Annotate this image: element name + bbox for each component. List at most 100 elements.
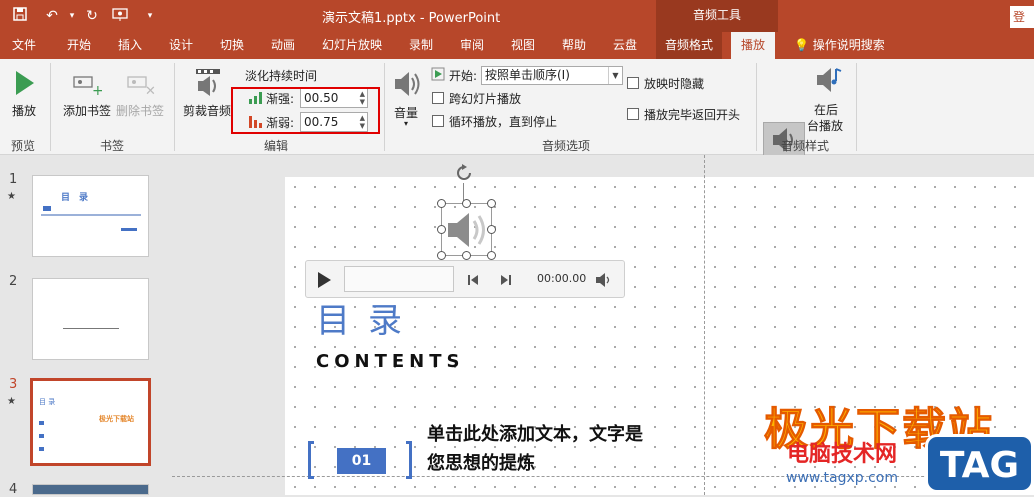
- speaker-icon: [448, 213, 485, 247]
- start-value: 按照单击顺序(I): [485, 68, 570, 82]
- tab-file[interactable]: 文件: [12, 32, 36, 59]
- title-bar: ↶ ▾ ↻ ▾ 演示文稿1.pptx - PowerPoint 音频工具 登: [0, 0, 1034, 32]
- start-icon: [431, 67, 445, 81]
- tab-insert[interactable]: 插入: [118, 32, 142, 59]
- tab-design[interactable]: 设计: [169, 32, 193, 59]
- resize-handle[interactable]: [437, 225, 446, 234]
- tab-animations[interactable]: 动画: [271, 32, 295, 59]
- play-in-background-icon: [817, 68, 842, 92]
- thumbnail-decor: [39, 421, 44, 425]
- separator: [856, 63, 857, 151]
- item-number-badge[interactable]: 01: [337, 448, 386, 474]
- volume-icon: [395, 72, 420, 96]
- item-text-line-2[interactable]: 您思想的提炼: [427, 449, 535, 475]
- resize-handle[interactable]: [462, 251, 471, 260]
- resize-handle[interactable]: [437, 251, 446, 260]
- slideshow-from-start-icon[interactable]: [110, 6, 130, 26]
- resize-handle[interactable]: [487, 199, 496, 208]
- watermark-url: www.tagxp.com: [786, 470, 898, 486]
- tell-me-search[interactable]: 💡 操作说明搜索: [794, 32, 885, 59]
- resize-handle[interactable]: [462, 199, 471, 208]
- player-volume-icon[interactable]: [595, 272, 613, 288]
- chevron-down-icon: ▼: [608, 67, 622, 84]
- tab-cloud[interactable]: 云盘: [613, 32, 637, 59]
- tab-slideshow[interactable]: 幻灯片放映: [322, 32, 382, 59]
- tab-home[interactable]: 开始: [67, 32, 91, 59]
- resize-handle[interactable]: [487, 251, 496, 260]
- rewind-after-playing-checkbox[interactable]: [627, 108, 639, 120]
- group-audio-styles-label: 音频样式: [781, 139, 830, 153]
- skip-forward-icon[interactable]: [499, 273, 513, 287]
- loop-label: 循环播放，直到停止: [449, 115, 558, 129]
- undo-icon[interactable]: ↶: [42, 6, 62, 26]
- loop-checkbox[interactable]: [432, 115, 444, 127]
- item-text-line-1[interactable]: 单击此处添加文本，文字是: [427, 420, 643, 446]
- play-in-background-button[interactable]: 在后 台播放: [806, 63, 850, 133]
- play-button[interactable]: 播放: [6, 63, 42, 121]
- group-edit-label: 编辑: [264, 139, 289, 153]
- group-audio-options-label: 音频选项: [542, 139, 591, 153]
- trim-audio-icon: [196, 69, 220, 96]
- separator: [756, 63, 757, 151]
- animation-star-icon: ★: [7, 396, 16, 407]
- resize-handle[interactable]: [437, 199, 446, 208]
- slide-title[interactable]: 目录: [316, 293, 420, 342]
- svg-text:+: +: [92, 83, 102, 97]
- svg-text:✕: ✕: [145, 84, 156, 97]
- slide-thumbnail-3[interactable]: 目 录 极光下载站: [30, 378, 151, 466]
- undo-dropdown-icon[interactable]: ▾: [62, 6, 82, 26]
- rotate-handle-icon[interactable]: [453, 162, 475, 184]
- tab-audio-format[interactable]: 音频格式: [656, 32, 723, 59]
- trim-audio-button[interactable]: 剪裁音频: [180, 63, 236, 121]
- trim-audio-label: 剪裁音频: [183, 104, 232, 118]
- lightbulb-icon: 💡: [794, 38, 813, 52]
- tab-transitions[interactable]: 切换: [220, 32, 244, 59]
- remove-bookmark-label: 删除书签: [116, 104, 165, 118]
- thumbnail-decor: [41, 214, 141, 216]
- volume-button[interactable]: 音量 ▾: [390, 63, 426, 129]
- group-bookmarks-label: 书签: [100, 139, 125, 153]
- slide-thumbnail-2[interactable]: [32, 278, 149, 360]
- add-bookmark-label: 添加书签: [63, 104, 112, 118]
- separator: [384, 63, 385, 151]
- fade-duration-highlight: [231, 87, 380, 134]
- tab-record[interactable]: 录制: [409, 32, 433, 59]
- tab-review[interactable]: 审阅: [460, 32, 484, 59]
- tab-view[interactable]: 视图: [511, 32, 535, 59]
- thumbnail-decor: [39, 447, 44, 451]
- save-icon[interactable]: [10, 6, 30, 26]
- thumbnail-number: 2: [9, 274, 18, 289]
- guide-line: [172, 476, 1034, 477]
- play-across-slides-label: 跨幻灯片播放: [449, 92, 522, 106]
- thumbnail-decor: [39, 434, 44, 438]
- slide-subtitle[interactable]: CONTENTS: [316, 351, 464, 372]
- thumbnail-number: 1: [9, 172, 18, 187]
- play-across-slides-checkbox[interactable]: [432, 92, 444, 104]
- thumbnail-title: 目 录: [61, 193, 89, 203]
- redo-icon[interactable]: ↻: [82, 6, 102, 26]
- animation-star-icon: ★: [7, 191, 16, 202]
- start-dropdown[interactable]: 按照单击顺序(I) ▼: [481, 66, 623, 85]
- play-in-background-label-1: 在后: [814, 103, 839, 117]
- login-button[interactable]: 登: [1010, 6, 1034, 28]
- add-bookmark-icon: +: [73, 76, 102, 97]
- add-bookmark-button[interactable]: + 添加书签: [60, 63, 114, 121]
- skip-back-icon[interactable]: [466, 273, 480, 287]
- thumbnail-decor: [43, 206, 51, 211]
- audio-icon-selection[interactable]: [441, 203, 492, 256]
- customize-toolbar-icon[interactable]: ▾: [140, 6, 160, 26]
- slide-thumbnail-4[interactable]: [32, 484, 149, 495]
- rewind-after-playing-label: 播放完毕返回开头: [644, 108, 741, 122]
- bracket-left: [308, 441, 314, 479]
- tab-help[interactable]: 帮助: [562, 32, 586, 59]
- remove-bookmark-button[interactable]: ✕ 删除书签: [114, 63, 168, 121]
- progress-bar[interactable]: [344, 266, 454, 292]
- play-icon: [16, 71, 34, 95]
- resize-handle[interactable]: [487, 225, 496, 234]
- hide-during-show-checkbox[interactable]: [627, 77, 639, 89]
- ribbon: 播放 预览 + 添加书签 ✕ 删除书签 书签 剪裁音频 淡化持续时间 渐强: 0…: [0, 59, 1034, 192]
- player-play-icon[interactable]: [316, 271, 332, 289]
- thumbnail-decor: [121, 228, 137, 231]
- tab-playback[interactable]: 播放: [731, 32, 776, 59]
- slide-thumbnail-1[interactable]: 目 录: [32, 175, 149, 257]
